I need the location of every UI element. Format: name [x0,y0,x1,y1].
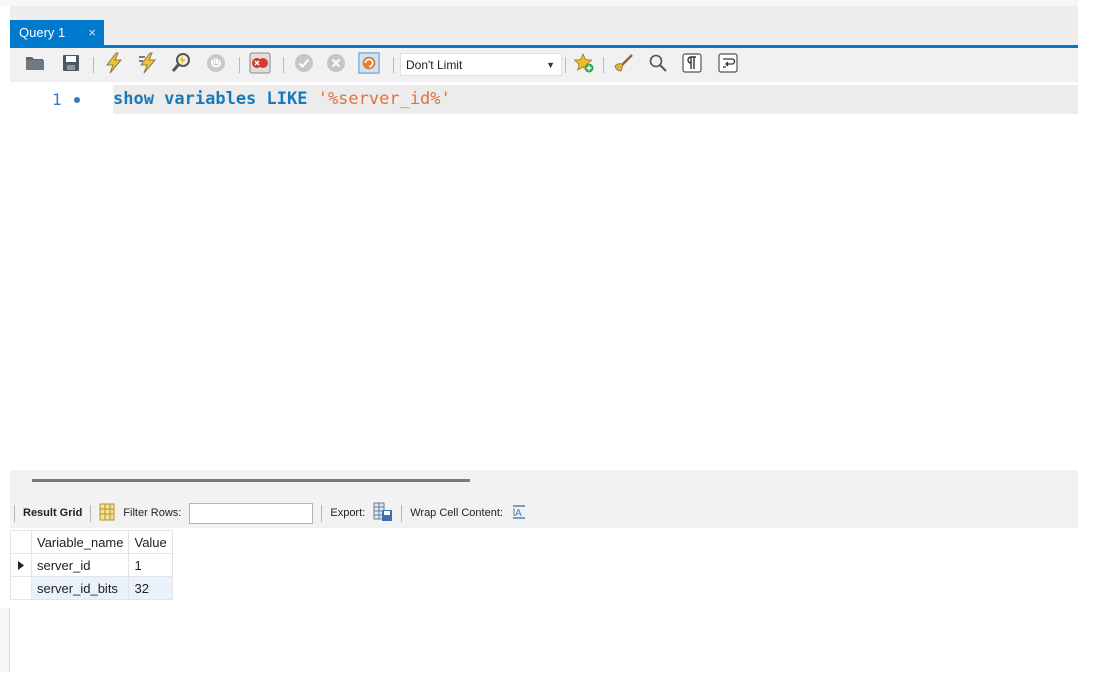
explain-icon[interactable] [171,52,193,74]
line-number: 1 [52,90,62,109]
row-pointer-icon [10,553,32,577]
sql-editor[interactable]: 1 show variables LIKE '%server_id%' [10,82,1078,470]
editor-scrollbar-area [10,470,1078,498]
cell-value[interactable]: 1 [128,553,173,577]
toolbar-separator [401,504,403,522]
toolbar-separator [565,57,566,73]
svg-text:A: A [515,508,522,519]
toolbar-separator [603,57,604,73]
wrap-cell-icon[interactable]: A [511,504,527,523]
toolbar-separator [321,504,323,522]
limit-rows-select[interactable]: Don't Limit ▼ [400,53,562,76]
cell-variable-name[interactable]: server_id_bits [30,576,130,600]
table-row[interactable]: server_id_bits 32 [10,576,173,600]
row-indicator [10,576,32,600]
result-grid-tab[interactable]: Result Grid [23,507,82,519]
column-header-value[interactable]: Value [128,530,173,554]
filter-rows-label: Filter Rows: [123,507,182,519]
stop-icon[interactable] [205,52,227,74]
result-toolbar: Result Grid Filter Rows: Export: Wrap Ce… [10,498,1078,528]
toolbar-separator [93,57,94,73]
sql-editor-toolbar: Don't Limit ▼ [10,48,1078,82]
toolbar-separator [283,57,284,73]
beautify-icon[interactable] [613,52,635,74]
toggle-error-icon[interactable] [249,52,271,74]
wrap-lines-icon[interactable] [717,52,739,74]
rollback-icon[interactable] [325,52,347,74]
add-snippet-icon[interactable] [573,52,595,74]
column-header-variable-name[interactable]: Variable_name [30,530,130,554]
panel-left-border [0,608,10,672]
horizontal-scrollbar-thumb[interactable] [32,479,470,482]
toolbar-separator [239,57,240,73]
export-label: Export: [330,507,366,519]
toolbar-separator [14,504,15,522]
tab-bar: Query 1 × [10,6,1078,48]
close-icon[interactable]: × [88,25,96,40]
grid-header-row: Variable_name Value [10,530,173,554]
statement-marker-icon [74,97,80,103]
folder-open-icon[interactable] [24,52,46,74]
execute-current-icon[interactable] [137,52,159,74]
sql-string-literal: '%server_id%' [317,89,451,109]
sql-statement[interactable]: show variables LIKE '%server_id%' [113,89,451,109]
autocommit-icon[interactable] [358,52,380,74]
toolbar-separator [393,57,394,73]
limit-rows-value: Don't Limit [406,57,463,72]
cell-value[interactable]: 32 [128,576,173,600]
grid-layout-icon[interactable] [99,503,115,524]
cell-variable-name[interactable]: server_id [30,553,130,577]
save-icon[interactable] [60,52,82,74]
result-grid: Variable_name Value server_id 1 server_i… [10,530,173,600]
filter-rows-input[interactable] [189,502,314,524]
execute-icon[interactable] [103,52,125,74]
sql-keywords: show variables LIKE [113,89,318,109]
tab-query-1[interactable]: Query 1 × [10,20,104,45]
chevron-down-icon: ▼ [546,59,555,70]
find-icon[interactable] [647,52,669,74]
export-icon[interactable] [373,502,393,525]
wrap-cell-content-label: Wrap Cell Content: [410,507,503,519]
tab-label: Query 1 [19,25,66,40]
commit-icon[interactable] [293,52,315,74]
window-right-edge [1078,0,1100,696]
table-row[interactable]: server_id 1 [10,553,173,577]
row-indicator-header [10,530,32,554]
invisible-chars-icon[interactable] [681,52,703,74]
toolbar-separator [90,504,92,522]
